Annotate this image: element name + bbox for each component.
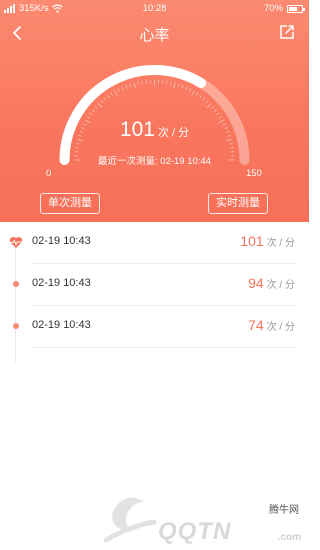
record-number: 101	[240, 233, 264, 249]
record-time: 02-19 10:43	[32, 235, 91, 247]
current-heart-rate: 101 次 / 分	[0, 118, 309, 142]
gauge-tick	[133, 82, 136, 89]
gauge-tick	[199, 95, 202, 98]
watermark-logo	[103, 497, 157, 543]
gauge-tick	[191, 90, 195, 97]
record-unit: 次 / 分	[266, 238, 295, 249]
realtime-measure-button[interactable]: 实时测量	[208, 193, 268, 214]
record-value: 94 次 / 分	[248, 275, 295, 291]
status-time: 10:28	[142, 3, 167, 14]
heart-rate-gauge: 101 次 / 分 最近一次测量: 02-19 10:44 0 150	[0, 48, 309, 183]
record-number: 74	[248, 317, 264, 333]
gauge-tick	[173, 82, 176, 89]
gauge-tick	[170, 81, 172, 85]
gauge-tick	[94, 106, 98, 109]
share-button[interactable]	[277, 22, 297, 42]
record-unit: 次 / 分	[266, 322, 295, 333]
gauge-tick	[214, 109, 217, 112]
nav-bar: 心率	[0, 20, 309, 48]
gauge-tick	[216, 112, 220, 116]
gauge-tick	[100, 100, 104, 104]
gauge-tick	[103, 97, 107, 101]
gauge-tick	[202, 97, 206, 101]
record-time: 02-19 10:43	[32, 277, 91, 289]
status-bar: 315K/s 10:28 70%	[0, 0, 309, 18]
site-watermark: 腾牛网 QQTN .com	[100, 488, 309, 550]
gauge-tick	[177, 83, 180, 87]
gauge-progress	[59, 65, 207, 165]
gauge-tick	[117, 88, 120, 92]
record-time: 02-19 10:43	[32, 319, 91, 331]
gauge-tick	[76, 142, 80, 145]
gauge-tick	[229, 142, 233, 145]
watermark-cn: 腾牛网	[269, 505, 299, 516]
single-measure-button[interactable]: 单次测量	[40, 193, 100, 214]
last-measured: 最近一次测量: 02-19 10:44	[0, 153, 309, 167]
heart-rate-unit: 次 / 分	[157, 127, 190, 139]
gauge-tick	[110, 92, 113, 96]
gauge-tick	[107, 95, 110, 98]
gauge-tick	[129, 83, 132, 87]
list-item[interactable]: 02-19 10:43 94 次 / 分	[0, 264, 309, 306]
heartbeat-icon	[9, 235, 23, 249]
row-divider	[32, 347, 295, 348]
record-unit: 次 / 分	[266, 280, 295, 291]
heart-rate-value: 101	[119, 118, 155, 141]
gauge-tick	[137, 81, 139, 85]
gauge-tick	[114, 90, 118, 97]
gauge-tick	[185, 86, 188, 90]
battery-percent: 70%	[263, 3, 283, 14]
last-measured-time: 02-19 10:44	[160, 156, 211, 167]
battery-icon	[287, 4, 305, 13]
gauge-tick	[97, 103, 103, 108]
watermark-com: .com	[277, 532, 301, 543]
gauge-tick	[211, 106, 215, 109]
record-number: 94	[248, 275, 264, 291]
watermark-en: QQTN	[158, 518, 232, 545]
gauge-tick	[196, 92, 199, 96]
gauge-tick	[205, 100, 209, 104]
share-icon	[280, 25, 294, 39]
record-value: 101 次 / 分	[240, 233, 295, 249]
gauge-tick	[206, 103, 212, 108]
record-value: 74 次 / 分	[248, 317, 295, 333]
gauge-min-label: 0	[46, 168, 52, 179]
page-title: 心率	[139, 27, 170, 44]
dot-icon	[9, 319, 23, 333]
list-item[interactable]: 02-19 10:43 74 次 / 分	[0, 306, 309, 348]
gauge-tick	[189, 88, 192, 92]
gauge-tick	[125, 85, 128, 89]
gauge-tick	[89, 112, 93, 116]
gauge-tick	[92, 109, 95, 112]
gauge-tick	[181, 85, 184, 89]
list-item[interactable]: 02-19 10:43 101 次 / 分	[0, 222, 309, 264]
last-measured-label: 最近一次测量:	[98, 156, 158, 167]
dot-icon	[9, 277, 23, 291]
gauge-tick	[121, 86, 124, 90]
header-panel: 315K/s 10:28 70% 心率 101 次 / 分 最近一次测量: 02…	[0, 0, 309, 222]
gauge-max-label: 150	[246, 168, 262, 179]
